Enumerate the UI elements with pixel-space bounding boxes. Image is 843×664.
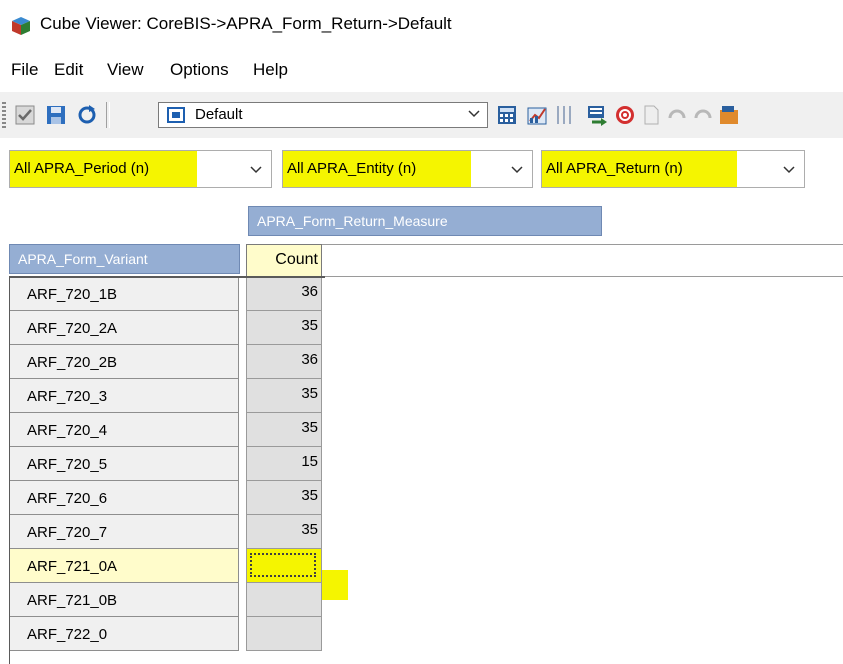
table-row: ARF_720_7 35 [9,515,325,549]
row-label[interactable]: ARF_720_3 [9,379,239,413]
menu-help[interactable]: Help [253,60,288,80]
undo-icon[interactable] [666,104,688,126]
row-label[interactable]: ARF_720_2A [9,311,239,345]
table-row: ARF_721_0B [9,583,325,617]
grid-divider [9,276,325,280]
filter-apra-entity[interactable]: All APRA_Entity (n) [282,150,533,188]
toolbar-grip[interactable] [2,102,6,128]
row-label[interactable]: ARF_720_4 [9,413,239,447]
table-row-selected: ARF_721_0A [9,549,325,583]
refresh-icon[interactable] [76,104,98,126]
save-icon[interactable] [45,104,67,126]
column-header-count[interactable]: Count [246,244,322,277]
view-icon [167,107,185,123]
menu-view[interactable]: View [107,60,144,80]
data-cell[interactable]: 36 [246,277,322,311]
grid-divider [9,277,12,664]
sandbox-icon[interactable] [718,104,740,126]
column-header-filler [322,244,843,277]
table-row: ARF_720_5 15 [9,447,325,481]
row-label[interactable]: ARF_720_2B [9,345,239,379]
chevron-down-icon [511,166,523,174]
cube-icon [12,17,30,35]
filter-label: All APRA_Period (n) [14,160,150,177]
row-label[interactable]: ARF_720_1B [9,277,239,311]
row-label[interactable]: ARF_720_7 [9,515,239,549]
chart-grid-icon[interactable] [526,104,548,126]
table-row: ARF_722_0 [9,617,325,651]
table-row: ARF_720_4 35 [9,413,325,447]
data-cell[interactable]: 35 [246,311,322,345]
menu-bar: File Edit View Options Help [0,56,843,86]
data-cell[interactable]: 35 [246,413,322,447]
toolbar: Default [0,92,843,138]
document-icon[interactable] [640,104,662,126]
row-label[interactable]: ARF_722_0 [9,617,239,651]
data-cell[interactable] [246,583,322,617]
table-row: ARF_720_6 35 [9,481,325,515]
export-data-icon[interactable] [586,104,608,126]
table-row: ARF_720_2B 36 [9,345,325,379]
columns-icon[interactable] [554,104,578,126]
row-label[interactable]: ARF_720_6 [9,481,239,515]
calculator-icon[interactable] [496,104,518,126]
menu-edit[interactable]: Edit [54,60,83,80]
data-cell[interactable] [246,617,322,651]
toolbar-separator [106,102,110,128]
data-cell[interactable]: 15 [246,447,322,481]
data-cell[interactable]: 35 [246,379,322,413]
table-row: ARF_720_2A 35 [9,311,325,345]
filter-apra-return[interactable]: All APRA_Return (n) [541,150,805,188]
filter-label: All APRA_Return (n) [546,160,683,177]
checkbox-icon[interactable] [14,104,36,126]
cell-focus-outline [250,553,316,577]
grid-rows: ARF_720_1B 36 ARF_720_2A 35 ARF_720_2B 3… [9,277,325,664]
menu-options[interactable]: Options [170,60,229,80]
data-cell[interactable]: 35 [246,481,322,515]
title-bar: Cube Viewer: CoreBIS->APRA_Form_Return->… [0,0,843,52]
active-cell[interactable] [246,549,322,583]
data-cell[interactable]: 36 [246,345,322,379]
view-selector[interactable]: Default [158,102,488,128]
filter-label: All APRA_Entity (n) [287,160,417,177]
row-label[interactable]: ARF_720_5 [9,447,239,481]
row-dimension-header[interactable]: APRA_Form_Variant [9,244,240,274]
redo-icon[interactable] [692,104,714,126]
chevron-down-icon [250,166,262,174]
data-cell[interactable]: 35 [246,515,322,549]
chevron-down-icon [468,110,480,118]
filter-apra-period[interactable]: All APRA_Period (n) [9,150,272,188]
row-label[interactable]: ARF_721_0A [9,549,239,583]
chevron-down-icon [783,166,795,174]
table-row: ARF_720_1B 36 [9,277,325,311]
window-title: Cube Viewer: CoreBIS->APRA_Form_Return->… [40,14,452,33]
menu-file[interactable]: File [11,60,38,80]
row-label[interactable]: ARF_721_0B [9,583,239,617]
highlight [322,570,348,600]
stop-icon[interactable] [614,104,636,126]
view-selector-value: Default [195,106,243,123]
column-dimension-header[interactable]: APRA_Form_Return_Measure [248,206,602,236]
table-row: ARF_720_3 35 [9,379,325,413]
